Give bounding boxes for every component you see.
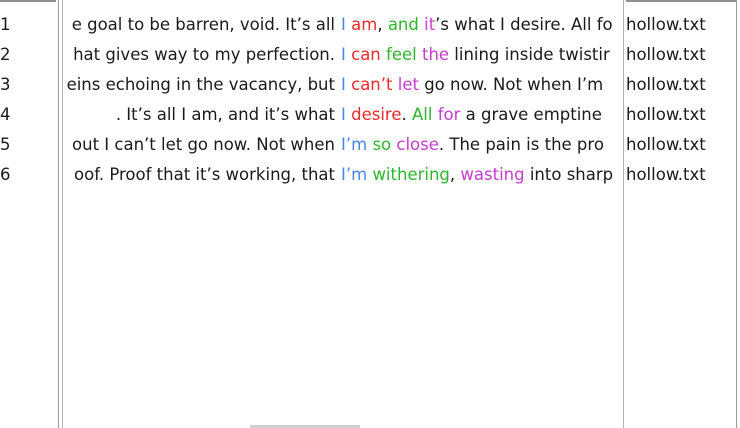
concordance-line[interactable]: eins echoing in the vacancy, but I can’t …	[63, 70, 623, 100]
highlighted-word: I’m	[341, 165, 368, 184]
concordance-line[interactable]: oof. Proof that it’s working, that I’m wi…	[63, 160, 623, 190]
context-text: ,	[449, 165, 461, 184]
highlighted-word: let	[397, 75, 419, 94]
highlighted-word: All	[412, 105, 433, 124]
context-text: .	[401, 105, 413, 124]
file-name[interactable]: hollow.txt	[624, 70, 740, 100]
concordance-pane[interactable]: e goal to be barren, void. It’s all I am,…	[62, 0, 624, 428]
highlighted-word: wasting	[460, 165, 525, 184]
line-number: 1	[0, 15, 11, 34]
file-column: hollow.txt hollow.txt hollow.txt hollow.txt…	[624, 0, 740, 428]
highlighted-word: desire	[351, 105, 402, 124]
concordance-line[interactable]: hat gives way to my perfection. I can fee…	[63, 40, 623, 70]
file-name[interactable]: hollow.txt	[624, 10, 740, 40]
highlighted-word: and	[387, 15, 419, 34]
highlighted-word: I’m	[341, 135, 368, 154]
file-list: hollow.txt hollow.txt hollow.txt hollow.txt…	[624, 0, 740, 190]
keyword-and-right-context: I can feel the lining inside twistir	[341, 40, 610, 70]
left-context: eins echoing in the vacancy, but	[66, 75, 335, 94]
keyword-and-right-context: I’m withering, wasting into sharp	[341, 160, 613, 190]
left-context: out I can’t let go now. Not when	[72, 135, 335, 154]
left-context: hat gives way to my perfection.	[73, 45, 335, 64]
file-name[interactable]: hollow.txt	[624, 40, 740, 70]
highlighted-word: close	[396, 135, 439, 154]
concordance-line[interactable]: . It’s all I am, and it’s what I desire. …	[63, 100, 623, 130]
highlighted-word: the	[421, 45, 450, 64]
context-text: . The pain is the pro	[438, 135, 604, 154]
column-divider-right	[736, 0, 737, 428]
left-context: oof. Proof that it’s working, that	[74, 165, 335, 184]
line-number: 5	[0, 135, 11, 154]
context-text: ,	[377, 15, 388, 34]
concordance-lines: e goal to be barren, void. It’s all I am,…	[63, 0, 623, 190]
highlighted-word: so	[372, 135, 392, 154]
keyword-and-right-context: I am, and it’s what I desire. All fo	[341, 10, 613, 40]
line-number: 3	[0, 75, 11, 94]
highlighted-word: can	[351, 45, 381, 64]
column-divider-left	[58, 0, 59, 428]
context-text: ’s what I desire. All fo	[435, 15, 613, 34]
context-text: a grave emptine	[460, 105, 602, 124]
line-number: 2	[0, 45, 11, 64]
keyword-and-right-context: I’m so close. The pain is the pro	[341, 130, 604, 160]
file-name[interactable]: hollow.txt	[624, 130, 740, 160]
line-number: 4	[0, 105, 11, 124]
highlighted-word: am	[351, 15, 378, 34]
header-divider-right	[626, 0, 736, 2]
concordance-line[interactable]: e goal to be barren, void. It’s all I am,…	[63, 10, 623, 40]
line-number-list: 1 2 3 4 5 6	[0, 0, 60, 190]
concordance-line[interactable]: out I can’t let go now. Not when I’m so c…	[63, 130, 623, 160]
left-context: e goal to be barren, void. It’s all	[71, 15, 335, 34]
left-context: . It’s all I am, and it’s what	[115, 105, 335, 124]
context-text: into sharp	[524, 165, 614, 184]
line-number-column: 1 2 3 4 5 6	[0, 0, 60, 428]
highlighted-word: withering	[372, 165, 450, 184]
highlighted-word: feel	[386, 45, 417, 64]
highlighted-word: can’t	[351, 75, 393, 94]
context-text: go now. Not when I’m	[418, 75, 604, 94]
line-number: 6	[0, 165, 11, 184]
context-text: lining inside twistir	[449, 45, 610, 64]
highlighted-word: it	[424, 15, 436, 34]
file-name[interactable]: hollow.txt	[624, 100, 740, 130]
highlighted-word: for	[437, 105, 461, 124]
file-name[interactable]: hollow.txt	[624, 160, 740, 190]
header-divider-left	[0, 0, 56, 2]
keyword-and-right-context: I desire. All for a grave emptine	[341, 100, 602, 130]
keyword-and-right-context: I can’t let go now. Not when I’m	[341, 70, 603, 100]
